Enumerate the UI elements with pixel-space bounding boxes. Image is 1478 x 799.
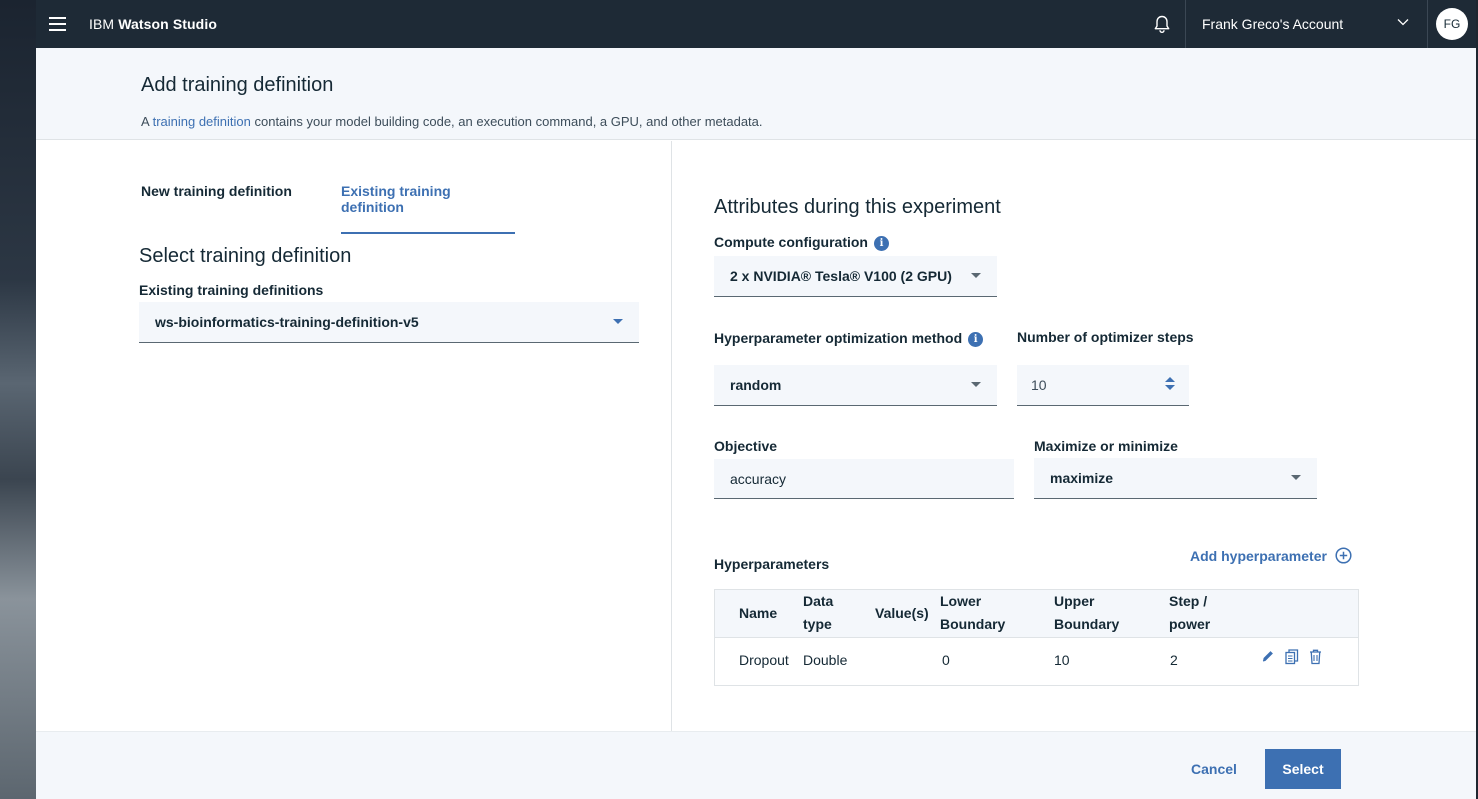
maxmin-value: maximize [1050,470,1114,486]
steps-stepper[interactable] [1165,377,1175,390]
caret-down-icon [613,319,623,324]
col-data-type: Data type [803,590,833,636]
info-icon[interactable]: i [874,236,889,251]
table-row: Dropout Double 0 10 2 [715,638,1358,685]
app-window: IBM Watson Studio Frank Greco's Account … [36,0,1476,799]
compute-config-value: 2 x NVIDIA® Tesla® V100 (2 GPU) [730,268,952,284]
desktop-background [0,0,36,799]
col-lower-line1: Lower [940,593,982,609]
trash-icon[interactable] [1309,649,1322,665]
existing-definition-value: ws-bioinformatics-training-definition-v5 [155,314,419,330]
training-definition-link[interactable]: training definition [153,114,251,129]
col-name: Name [739,605,778,621]
col-lower-boundary: Lower Boundary [940,590,1005,636]
footer: Cancel Select [36,731,1476,799]
optimizer-steps-label: Number of optimizer steps [1017,329,1194,345]
optimizer-steps-input[interactable]: 10 [1017,365,1189,406]
hpo-method-value: random [730,377,782,393]
compute-label-text: Compute configuration [714,234,868,250]
objective-label: Objective [714,438,778,454]
page-title: Add training definition [141,74,334,96]
copy-icon[interactable] [1285,649,1299,665]
page-header: Add training definition A training defin… [36,48,1476,140]
avatar: FG [1436,8,1468,40]
brand-prefix: IBM [89,16,115,32]
col-lower-line2: Boundary [940,616,1006,632]
cell-name: Dropout [739,652,789,668]
edit-icon[interactable] [1261,649,1275,665]
add-circle-icon [1335,547,1352,564]
caret-down-icon [1291,475,1301,480]
increment-icon[interactable] [1165,377,1175,382]
caret-down-icon [971,273,981,278]
existing-definitions-label: Existing training definitions [139,282,324,298]
hpo-label-text: Hyperparameter optimization method [714,330,963,346]
cell-data-type: Double [803,652,848,668]
topbar-right: Frank Greco's Account FG [1138,0,1476,48]
desc-prefix: A [141,114,153,129]
compute-config-label: Compute configuration i [714,234,889,251]
row-actions [1261,649,1322,665]
cell-upper: 10 [1054,652,1070,668]
compute-config-select[interactable]: 2 x NVIDIA® Tesla® V100 (2 GPU) [714,256,997,297]
info-icon[interactable]: i [968,332,984,347]
bell-icon [1154,15,1169,33]
account-name: Frank Greco's Account [1202,16,1344,32]
add-hyperparameter-label: Add hyperparameter [1190,547,1327,564]
table-header: Name Data type Value(s) Lower Boundary U… [715,590,1358,638]
col-step-line2: power [1169,616,1211,632]
attributes-title: Attributes during this experiment [714,196,1001,218]
top-bar: IBM Watson Studio Frank Greco's Account … [36,0,1476,48]
page-description: A training definition contains your mode… [141,114,763,129]
hpo-method-select[interactable]: random [714,365,997,406]
maxmin-label: Maximize or minimize [1034,438,1178,454]
caret-down-icon [971,382,981,387]
brand-name: Watson Studio [118,16,217,32]
hyperparameters-label: Hyperparameters [714,556,830,572]
col-step-power: Step / power [1169,590,1210,636]
definition-tabs: New training definition Existing trainin… [141,183,515,234]
tab-existing-training-definition[interactable]: Existing training definition [341,183,515,234]
col-data-type-line2: type [803,616,832,632]
cell-lower: 0 [942,652,950,668]
hpo-method-label: Hyperparameter optimization method i [714,330,984,347]
objective-input[interactable]: accuracy [714,459,1014,499]
col-upper-line2: Boundary [1054,616,1120,632]
tab-new-training-definition[interactable]: New training definition [141,183,341,234]
existing-definition-select[interactable]: ws-bioinformatics-training-definition-v5 [139,302,639,343]
account-switcher[interactable]: Frank Greco's Account [1186,0,1428,48]
hamburger-icon[interactable] [36,0,78,48]
left-panel: New training definition Existing trainin… [36,141,672,731]
decrement-icon[interactable] [1165,385,1175,390]
optimizer-steps-value: 10 [1031,377,1047,393]
hyperparameters-table: Name Data type Value(s) Lower Boundary U… [714,589,1359,686]
desc-suffix: contains your model building code, an ex… [250,114,763,129]
notifications-button[interactable] [1138,0,1186,48]
maxmin-select[interactable]: maximize [1034,458,1317,499]
col-values: Value(s) [875,605,929,621]
avatar-button[interactable]: FG [1428,0,1476,48]
col-upper-line1: Upper [1054,593,1095,609]
objective-value: accuracy [730,470,787,487]
select-button[interactable]: Select [1265,749,1341,789]
cancel-button[interactable]: Cancel [1184,749,1244,789]
col-upper-boundary: Upper Boundary [1054,590,1119,636]
section-title: Select training definition [139,245,352,267]
chevron-down-icon [1397,19,1409,26]
brand[interactable]: IBM Watson Studio [89,16,217,32]
col-data-type-line1: Data [803,593,834,609]
right-panel: Attributes during this experiment Comput… [672,141,1476,731]
cell-step: 2 [1170,652,1178,668]
col-step-line1: Step / [1169,593,1208,609]
add-hyperparameter-button[interactable]: Add hyperparameter [1190,547,1352,564]
